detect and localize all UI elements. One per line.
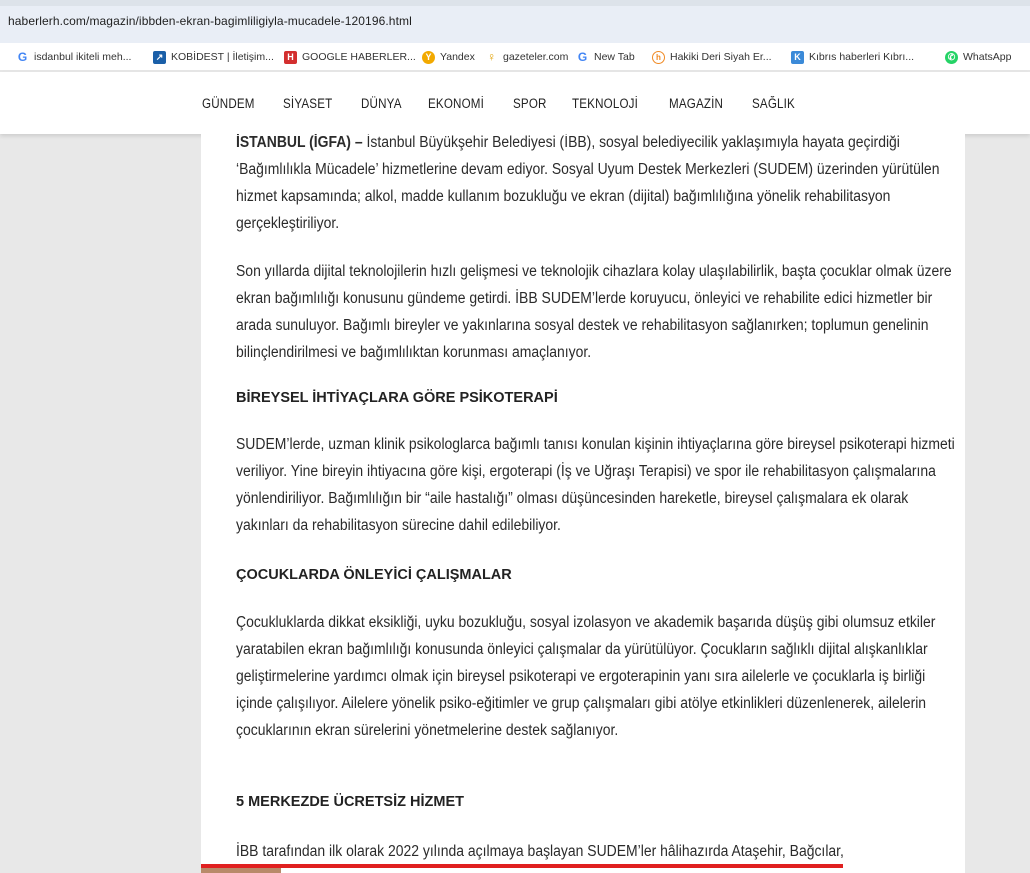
hakiki-icon: h (652, 50, 665, 64)
dateline: İSTANBUL (İGFA) – (236, 134, 363, 151)
bookmark-gazeteler[interactable]: ♀ gazeteler.com (485, 49, 568, 65)
article-paragraph-4: Çocukluklarda dikkat eksikliği, uyku boz… (236, 614, 936, 739)
site-navbar: GÜNDEM SİYASET DÜNYA EKONOMİ SPOR TEKNOL… (0, 72, 1030, 134)
ad-banner-edge (201, 864, 843, 868)
section-heading-cocuklarda: ÇOCUKLARDA ÖNLEYİCİ ÇALIŞMALAR (236, 567, 512, 583)
nav-spor[interactable]: SPOR (513, 96, 547, 111)
bookmark-label: gazeteler.com (503, 51, 569, 63)
bookmark-kobidest[interactable]: ↗ KOBİDEST | İletişim... (153, 49, 274, 65)
article-container: İSTANBUL (İGFA) – İstanbul Büyükşehir Be… (201, 134, 965, 873)
bookmark-yandex[interactable]: Y Yandex (422, 49, 475, 65)
haberler-h-icon: H (284, 50, 297, 64)
bookmarks-bar: G isdanbul ikiteli meh... ↗ KOBİDEST | İ… (0, 43, 1030, 71)
bookmark-isdanbul[interactable]: G isdanbul ikiteli meh... (16, 49, 132, 65)
article-paragraph-5: İBB tarafından ilk olarak 2022 yılında a… (236, 843, 844, 860)
bookmark-label: Hakiki Deri Siyah Er... (670, 51, 772, 63)
nav-menu: GÜNDEM SİYASET DÜNYA EKONOMİ SPOR TEKNOL… (202, 72, 822, 134)
url-text[interactable]: haberlerh.com/magazin/ibbden-ekran-bagim… (8, 14, 412, 28)
kobidest-icon: ↗ (153, 50, 166, 64)
bookmark-label: Kıbrıs haberleri Kıbrı... (809, 51, 915, 63)
bookmark-label: KOBİDEST | İletişim... (171, 51, 274, 63)
gazeteler-icon: ♀ (487, 50, 496, 64)
bookmark-whatsapp[interactable]: ✆ WhatsApp (945, 49, 1011, 65)
bookmark-label: isdanbul ikiteli meh... (34, 51, 132, 63)
nav-magazin[interactable]: MAGAZİN (669, 96, 723, 111)
google-g-icon: G (17, 50, 28, 64)
bookmark-label: GOOGLE HABERLER... (302, 51, 416, 63)
nav-gundem[interactable]: GÜNDEM (202, 96, 255, 111)
bookmark-google-haberler[interactable]: H GOOGLE HABERLER... (284, 49, 416, 65)
whatsapp-icon: ✆ (945, 50, 958, 64)
bookmark-new-tab[interactable]: G New Tab (576, 49, 635, 65)
yandex-icon: Y (422, 50, 435, 64)
nav-dunya[interactable]: DÜNYA (361, 96, 402, 111)
article-paragraph-3: SUDEM’lerde, uzman klinik psikologlarca … (236, 436, 955, 534)
bookmark-kibris[interactable]: K Kıbrıs haberleri Kıbrı... (791, 49, 914, 65)
nav-saglik[interactable]: SAĞLIK (752, 96, 795, 111)
bookmark-label: New Tab (594, 51, 635, 63)
bookmark-label: WhatsApp (963, 51, 1012, 63)
section-heading-merkez: 5 MERKEZDE ÜCRETSİZ HİZMET (236, 794, 464, 810)
nav-siyaset[interactable]: SİYASET (283, 96, 332, 111)
tab-strip-edge (0, 0, 1030, 6)
google-g-icon: G (577, 50, 588, 64)
ad-thumbnail (201, 868, 281, 873)
article-paragraph-2: Son yıllarda dijital teknolojilerin hızl… (236, 263, 952, 361)
kibris-icon: K (791, 50, 804, 64)
article-paragraph-1: İSTANBUL (İGFA) – İstanbul Büyükşehir Be… (236, 134, 956, 237)
bookmark-hakiki[interactable]: h Hakiki Deri Siyah Er... (652, 49, 772, 65)
nav-teknoloji[interactable]: TEKNOLOJİ (572, 96, 638, 111)
bookmark-label: Yandex (440, 51, 475, 63)
section-heading-psikoterapi: BİREYSEL İHTİYAÇLARA GÖRE PSİKOTERAPİ (236, 390, 558, 406)
nav-ekonomi[interactable]: EKONOMİ (428, 96, 484, 111)
address-bar[interactable]: haberlerh.com/magazin/ibbden-ekran-bagim… (0, 0, 1030, 43)
